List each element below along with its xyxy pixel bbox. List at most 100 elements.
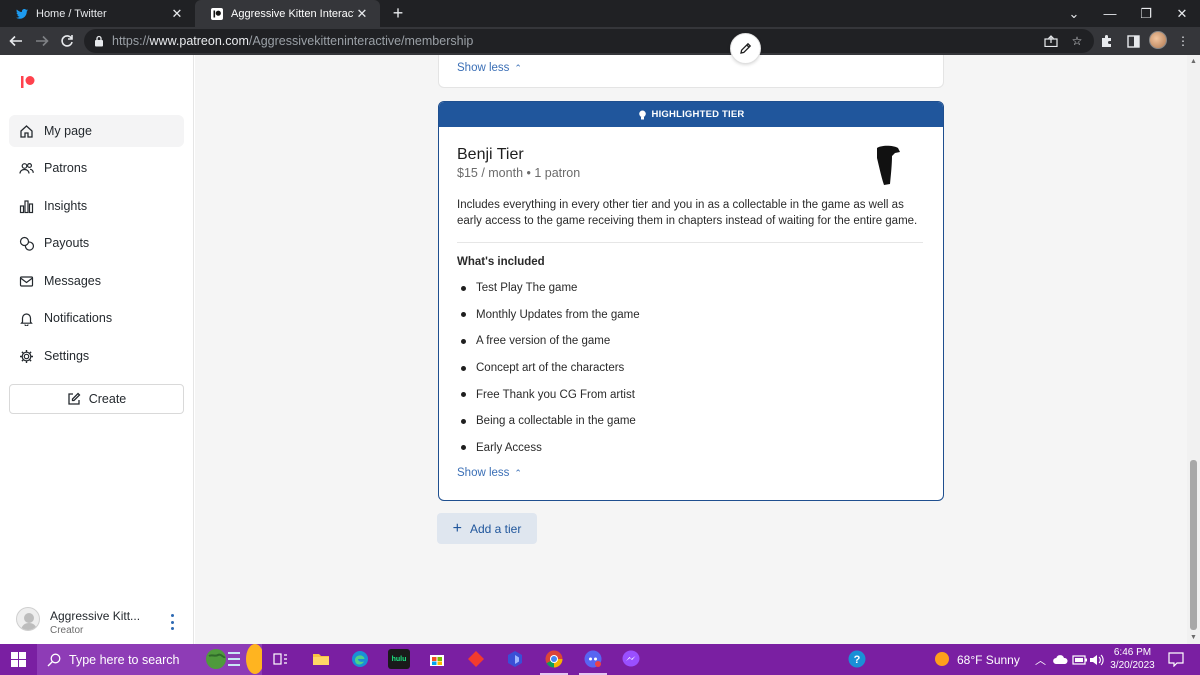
store-icon[interactable] xyxy=(427,649,447,669)
whats-included-heading: What's included xyxy=(457,256,545,268)
hulu-icon[interactable]: hulu xyxy=(388,649,410,669)
mail-icon xyxy=(19,274,34,289)
patreon-logo-icon[interactable] xyxy=(20,75,36,89)
tier-price: $15 / month • 1 patron xyxy=(457,166,581,180)
bullet-icon xyxy=(461,365,466,371)
extensions-icon[interactable] xyxy=(1099,33,1115,49)
sidebar-item-messages[interactable]: Messages xyxy=(9,265,184,297)
main-content: Show less ⌃ HIGHLIGHTED TIER Benji Tier … xyxy=(195,55,1187,644)
profile-role: Creator xyxy=(50,625,84,636)
bookmark-star-icon[interactable]: ☆ xyxy=(1069,33,1085,49)
tier-name: Benji Tier xyxy=(457,146,524,163)
windows-taskbar: Type here to search hulu ? 68°F Sunny ︿ xyxy=(0,644,1200,675)
tab-search-icon[interactable]: ⌄ xyxy=(1056,0,1092,27)
clock-date: 3/20/2023 xyxy=(1110,660,1155,671)
highlighted-tier-banner: HIGHLIGHTED TIER xyxy=(439,102,943,127)
sidebar-item-settings[interactable]: Settings xyxy=(9,340,184,372)
plus-icon: + xyxy=(452,519,462,537)
home-icon xyxy=(19,124,34,139)
task-view-icon[interactable] xyxy=(271,649,291,669)
show-less-link[interactable]: Show less ⌃ xyxy=(457,467,522,479)
benefit-text: Early Access xyxy=(476,441,542,454)
sidebar-item-notifications[interactable]: Notifications xyxy=(9,302,184,334)
weather-sun-icon[interactable] xyxy=(932,649,952,669)
show-less-label: Show less xyxy=(457,467,510,479)
share-icon[interactable] xyxy=(1043,33,1059,49)
side-panel-icon[interactable] xyxy=(1125,33,1141,49)
profile-name: Aggressive Kitt... xyxy=(50,609,141,623)
scroll-down-icon[interactable]: ▼ xyxy=(1190,634,1197,641)
messenger-icon[interactable] xyxy=(621,649,641,669)
sidebar-item-patrons[interactable]: Patrons xyxy=(9,152,184,184)
chevron-up-icon: ⌃ xyxy=(514,62,522,73)
reload-icon[interactable] xyxy=(57,31,77,51)
tab-twitter[interactable]: Home / Twitter ✕ xyxy=(0,0,195,27)
bullet-icon xyxy=(461,338,466,344)
file-explorer-icon[interactable] xyxy=(311,649,331,669)
restore-button[interactable]: ❐ xyxy=(1128,0,1164,27)
new-tab-button[interactable]: + xyxy=(388,3,408,23)
forward-icon[interactable] xyxy=(32,31,52,51)
close-window-button[interactable]: ✕ xyxy=(1164,0,1200,27)
chevron-up-icon[interactable]: ︿ xyxy=(1035,652,1046,668)
sidebar-item-label: My page xyxy=(44,124,92,138)
page-scrollbar[interactable]: ▲ ▼ xyxy=(1187,55,1200,644)
search-highlight-icon[interactable] xyxy=(200,644,264,675)
edge-icon[interactable] xyxy=(350,649,370,669)
highlighted-tier-card: HIGHLIGHTED TIER Benji Tier $15 / month … xyxy=(438,101,944,501)
system-clock[interactable]: 6:46 PM 3/20/2023 xyxy=(1100,646,1165,672)
profile-avatar-chrome[interactable] xyxy=(1149,31,1167,49)
red-app-icon[interactable] xyxy=(466,649,486,669)
blue-app-icon[interactable] xyxy=(505,649,525,669)
onedrive-icon[interactable] xyxy=(1050,650,1070,670)
twitter-bird-icon xyxy=(16,8,28,20)
benefit-text: Test Play The game xyxy=(476,282,578,295)
discord-icon[interactable] xyxy=(583,649,603,669)
sidebar-item-payouts[interactable]: Payouts xyxy=(9,227,184,259)
list-item: A free version of the game xyxy=(457,328,640,355)
list-item: Monthly Updates from the game xyxy=(457,302,640,329)
search-icon xyxy=(47,653,61,667)
tier-image xyxy=(871,144,903,186)
address-bar[interactable]: https://www.patreon.com/Aggressivekitten… xyxy=(84,29,1094,53)
sidebar-item-label: Insights xyxy=(44,199,88,213)
previous-tier-card: Show less ⌃ xyxy=(438,55,944,88)
add-tier-button[interactable]: + Add a tier xyxy=(437,513,537,544)
bullet-icon xyxy=(461,312,466,318)
sidebar-item-label: Patrons xyxy=(44,161,88,175)
browser-toolbar: https://www.patreon.com/Aggressivekitten… xyxy=(0,27,1200,55)
list-item: Test Play The game xyxy=(457,275,640,302)
prev-show-less-link[interactable]: Show less ⌃ xyxy=(457,62,522,74)
close-tab-icon[interactable]: ✕ xyxy=(354,6,370,22)
pencil-icon xyxy=(739,42,752,55)
svg-text:?: ? xyxy=(854,654,861,666)
create-button[interactable]: Create xyxy=(9,384,184,414)
creator-profile[interactable]: Aggressive Kitt... Creator xyxy=(16,605,186,637)
benefits-list: Test Play The game Monthly Updates from … xyxy=(457,275,640,461)
benefit-text: Monthly Updates from the game xyxy=(476,308,640,321)
notification-center-icon[interactable] xyxy=(1166,649,1186,669)
weather-text[interactable]: 68°F Sunny xyxy=(957,653,1020,667)
list-item: Free Thank you CG From artist xyxy=(457,381,640,408)
tab-title: Aggressive Kitten Interactive | A C xyxy=(231,7,354,20)
sidebar-item-my-page[interactable]: My page xyxy=(9,115,184,147)
benefit-text: Concept art of the characters xyxy=(476,362,625,375)
windows-start-icon[interactable] xyxy=(0,644,36,675)
help-icon[interactable]: ? xyxy=(847,649,867,669)
minimize-button[interactable]: — xyxy=(1092,0,1128,27)
avatar xyxy=(16,607,40,631)
sidebar-item-label: Notifications xyxy=(44,311,113,325)
benefit-text: Free Thank you CG From artist xyxy=(476,388,635,401)
edit-tier-button[interactable] xyxy=(730,33,761,64)
url-scheme: https:// xyxy=(112,34,150,48)
back-icon[interactable] xyxy=(6,31,26,51)
more-options-icon[interactable] xyxy=(166,614,178,630)
scroll-up-icon[interactable]: ▲ xyxy=(1190,58,1197,65)
tab-patreon[interactable]: Aggressive Kitten Interactive | A C ✕ xyxy=(195,0,380,27)
scroll-thumb[interactable] xyxy=(1190,460,1197,630)
sidebar-item-insights[interactable]: Insights xyxy=(9,190,184,222)
close-tab-icon[interactable]: ✕ xyxy=(169,6,185,22)
chrome-icon[interactable] xyxy=(544,649,564,669)
clock-time: 6:46 PM xyxy=(1113,647,1152,658)
chrome-menu-icon[interactable]: ⋮ xyxy=(1175,33,1191,49)
